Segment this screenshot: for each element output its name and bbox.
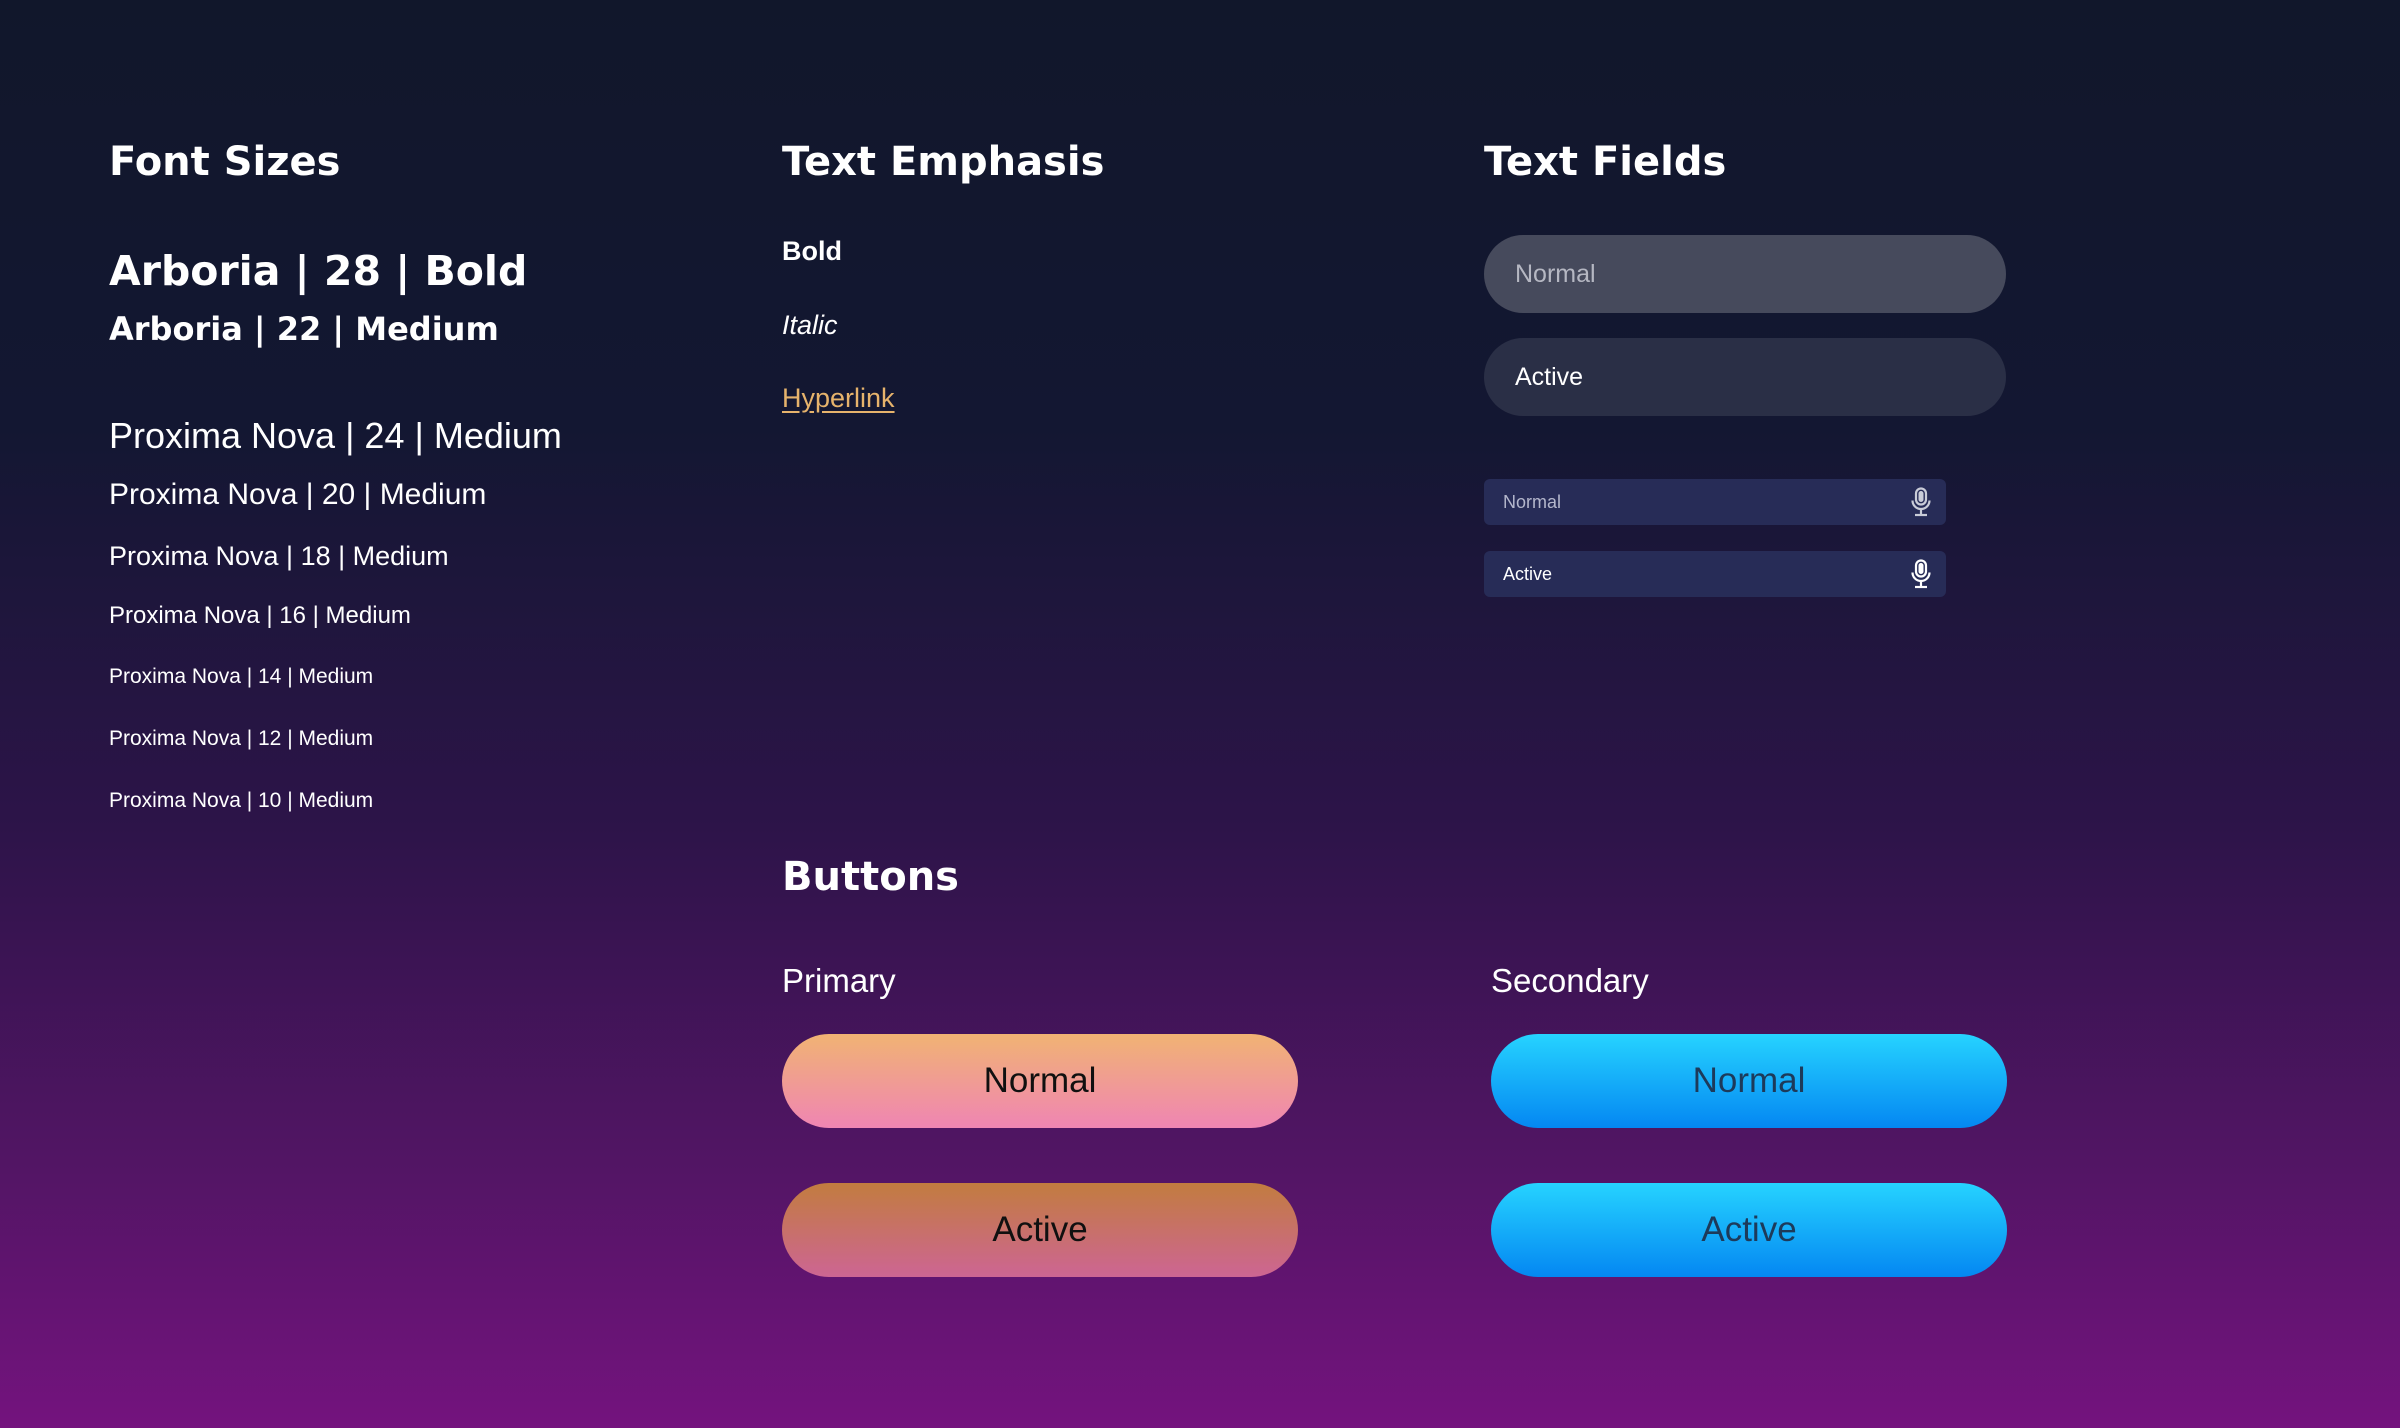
font-sample-arboria-28: Arboria | 28 | Bold — [109, 247, 528, 295]
secondary-button-active[interactable]: Active — [1491, 1183, 2007, 1277]
small-text-field-normal-text: Normal — [1503, 491, 1562, 512]
small-text-field-normal[interactable]: Normal — [1484, 479, 1946, 525]
text-emphasis-title: Text Emphasis — [782, 139, 1105, 185]
font-sample-proxima-10: Proxima Nova | 10 | Medium — [109, 789, 374, 812]
secondary-button-normal[interactable]: Normal — [1491, 1034, 2007, 1128]
emphasis-bold-sample: Bold — [782, 236, 842, 266]
large-text-field-active-text: Active — [1515, 362, 1584, 391]
font-sample-proxima-18: Proxima Nova | 18 | Medium — [109, 541, 449, 571]
primary-button-normal[interactable]: Normal — [782, 1034, 1298, 1128]
font-sample-arboria-22: Arboria | 22 | Medium — [109, 310, 499, 348]
font-sample-proxima-20: Proxima Nova | 20 | Medium — [109, 478, 487, 511]
font-sizes-title: Font Sizes — [109, 139, 341, 185]
secondary-buttons-label: Secondary — [1491, 962, 1649, 999]
font-sample-proxima-14: Proxima Nova | 14 | Medium — [109, 665, 374, 688]
small-text-field-active-text: Active — [1503, 563, 1553, 584]
font-sample-proxima-12: Proxima Nova | 12 | Medium — [109, 727, 374, 750]
emphasis-italic-sample: Italic — [782, 310, 838, 340]
primary-buttons-label: Primary — [782, 962, 896, 999]
emphasis-hyperlink[interactable]: Hyperlink — [782, 383, 895, 414]
small-text-field-active[interactable]: Active — [1484, 551, 1946, 597]
primary-button-active[interactable]: Active — [782, 1183, 1298, 1277]
large-text-field-active[interactable]: Active — [1484, 338, 2006, 416]
microphone-icon[interactable] — [1910, 559, 1932, 589]
font-sample-proxima-16: Proxima Nova | 16 | Medium — [109, 602, 411, 629]
microphone-icon[interactable] — [1910, 487, 1932, 517]
buttons-title: Buttons — [782, 854, 959, 900]
font-sample-proxima-24: Proxima Nova | 24 | Medium — [109, 415, 562, 456]
large-text-field-normal[interactable]: Normal — [1484, 235, 2006, 313]
large-text-field-normal-text: Normal — [1515, 259, 1596, 288]
text-fields-title: Text Fields — [1484, 139, 1727, 185]
